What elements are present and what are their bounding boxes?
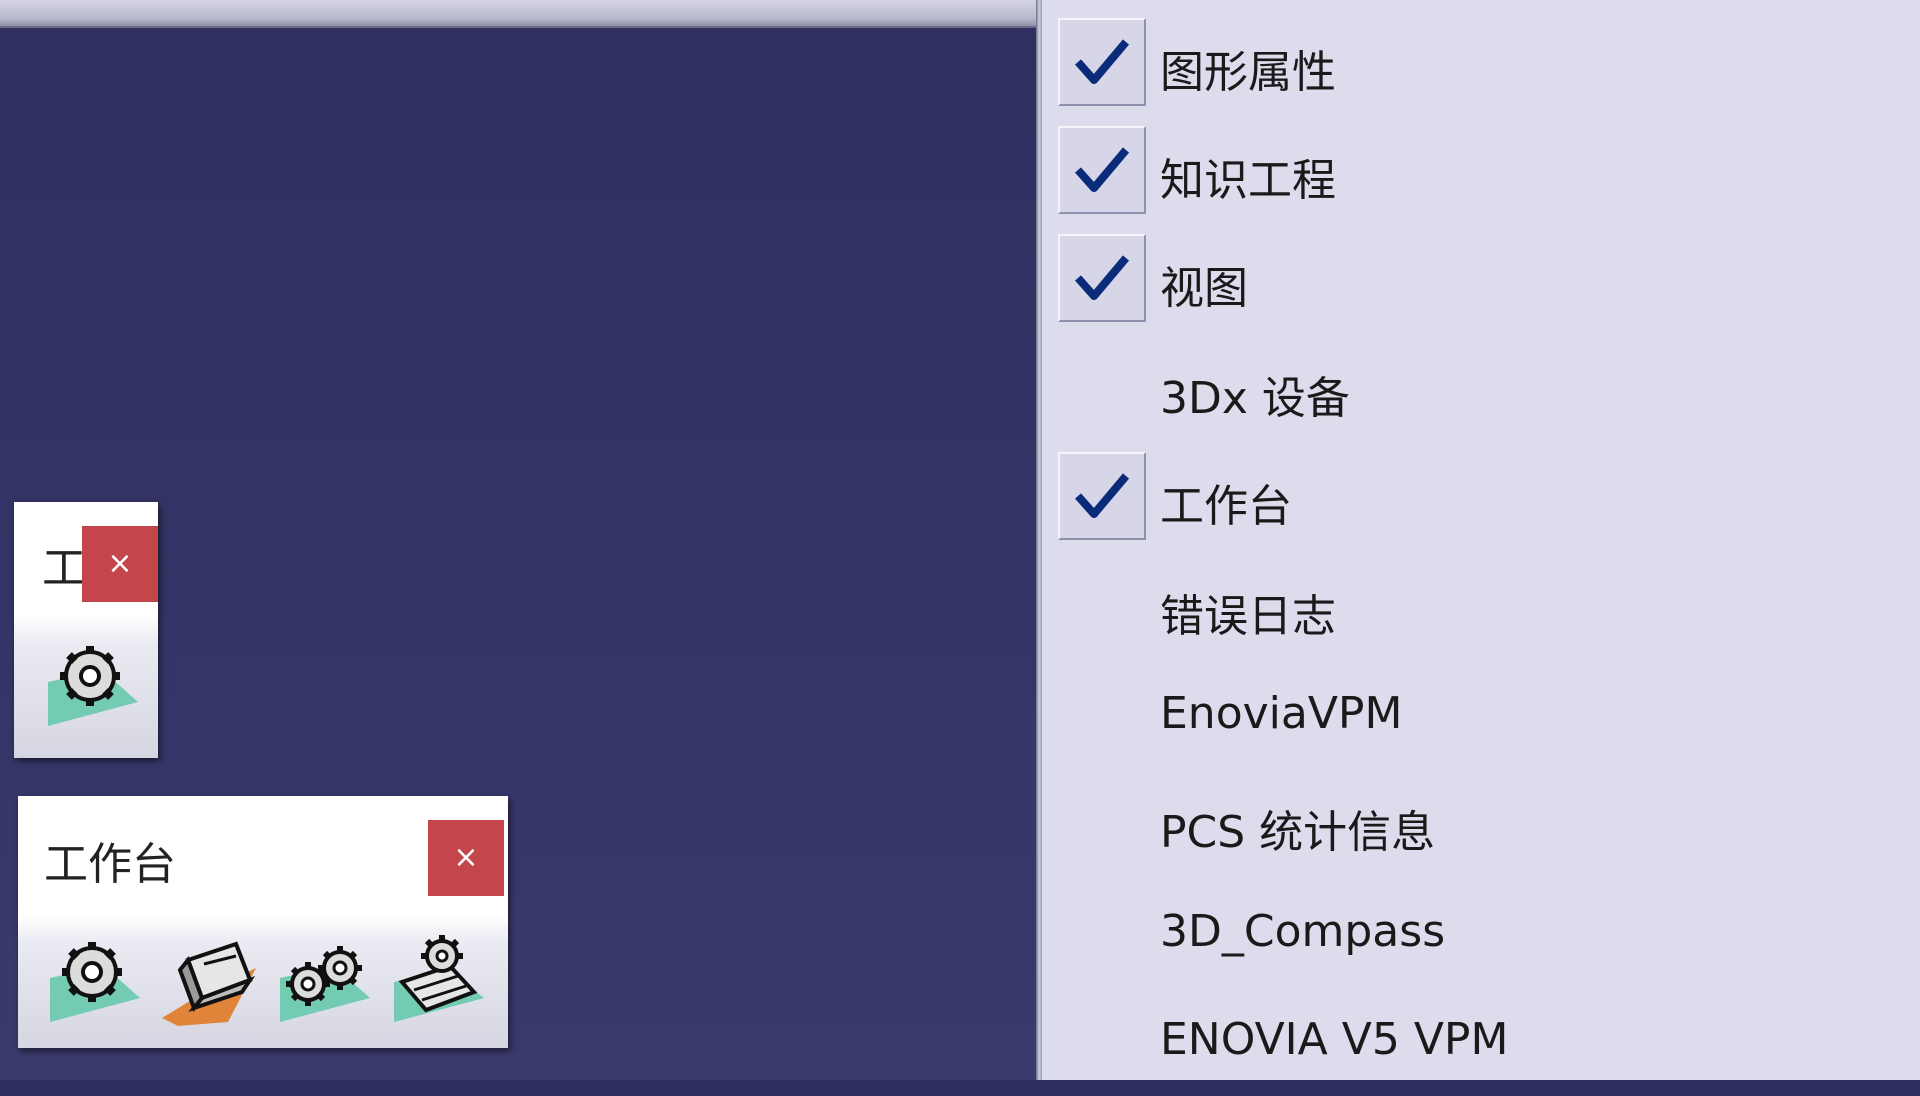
menu-item-label: 3D_Compass (1160, 906, 1446, 957)
menu-item-label: EnoviaVPM (1160, 688, 1403, 739)
workbench-toolbar[interactable]: 工作台 × (18, 796, 508, 1048)
toolbar-title: 工作台 (44, 839, 176, 890)
double-gear-tool-icon[interactable] (274, 930, 374, 1030)
menu-item-knowledgeware[interactable]: 知识工程 (1042, 126, 1920, 226)
menu-item-label: 视图 (1160, 263, 1248, 314)
menu-item-label: 工作台 (1160, 481, 1292, 532)
menu-item-label: 3Dx 设备 (1160, 373, 1350, 424)
gear-tool-icon[interactable] (42, 634, 142, 734)
toolbar-close-button[interactable]: × (428, 820, 504, 896)
toolbar-title: 工 (42, 543, 86, 594)
check-icon (1058, 18, 1146, 106)
menu-item-3dx-device[interactable]: 3Dx 设备 (1042, 344, 1920, 444)
menu-item-enoviavpm[interactable]: EnoviaVPM (1042, 670, 1920, 770)
check-icon (1058, 234, 1146, 322)
toolbar-close-button[interactable]: × (82, 526, 158, 602)
menu-item-label: 图形属性 (1160, 47, 1336, 98)
gear-tool-icon[interactable] (44, 930, 144, 1030)
menu-item-enovia-v5-vpm[interactable]: ENOVIA V5 VPM (1042, 996, 1920, 1096)
menu-item-error-log[interactable]: 错误日志 (1042, 562, 1920, 662)
menu-item-graphic-properties[interactable]: 图形属性 (1042, 18, 1920, 118)
check-icon (1058, 452, 1146, 540)
viewport-top-border (0, 0, 1036, 28)
menu-item-workbench[interactable]: 工作台 (1042, 452, 1920, 552)
toolbar-context-menu: 图形属性 知识工程 视图 3Dx 设备 工作台 错误日志 EnoviaVPM P… (1042, 0, 1920, 1080)
workbench-toolbar-collapsed[interactable]: 工 × (14, 502, 158, 758)
assembly-tool-icon[interactable] (388, 930, 488, 1030)
toolbar-icon-row (18, 916, 508, 1048)
menu-item-3d-compass[interactable]: 3D_Compass (1042, 888, 1920, 988)
menu-item-label: 知识工程 (1160, 155, 1336, 206)
toolbar-icon-row (14, 616, 158, 758)
menu-item-label: 错误日志 (1160, 591, 1336, 642)
3d-viewport[interactable]: 工 × 工作台 × (0, 0, 1036, 1080)
menu-item-label: ENOVIA V5 VPM (1160, 1014, 1509, 1065)
menu-item-pcs-statistics[interactable]: PCS 统计信息 (1042, 778, 1920, 878)
menu-item-label: PCS 统计信息 (1160, 807, 1436, 858)
sketch-tool-icon[interactable] (158, 930, 258, 1030)
check-icon (1058, 126, 1146, 214)
menu-item-view[interactable]: 视图 (1042, 234, 1920, 334)
